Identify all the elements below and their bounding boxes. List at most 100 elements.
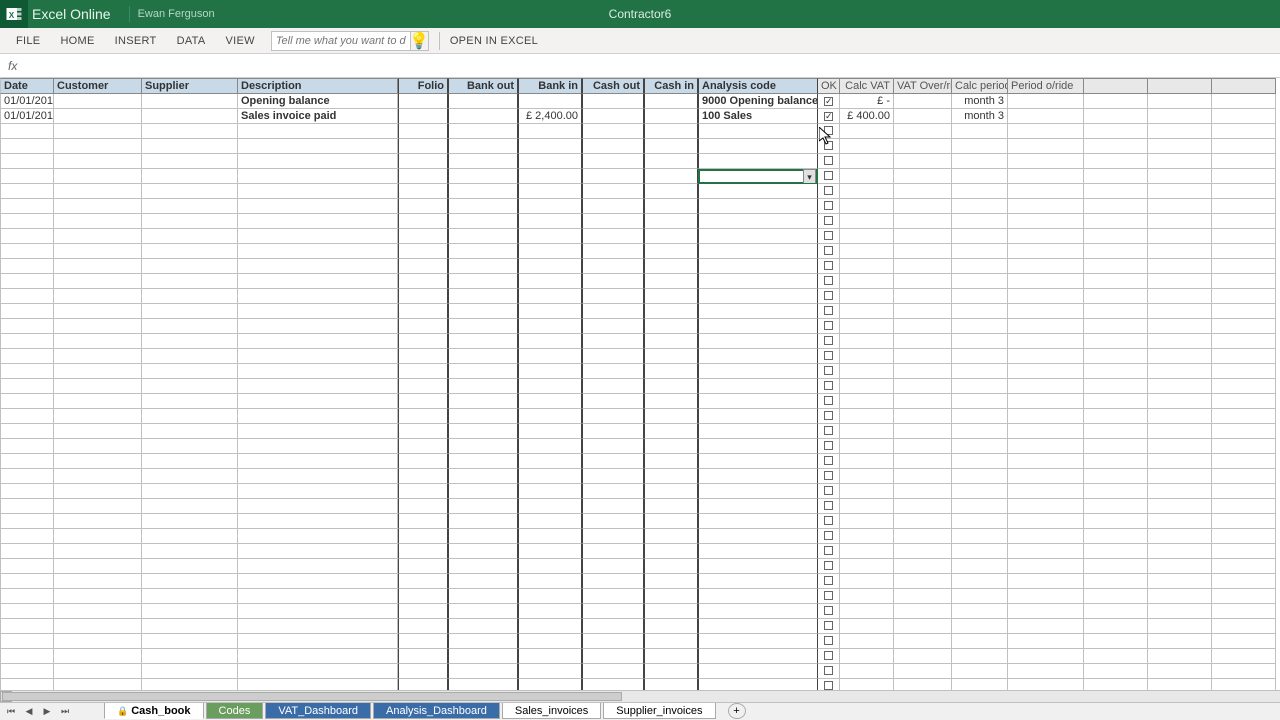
cell[interactable] <box>840 439 894 454</box>
cell[interactable] <box>1148 349 1212 364</box>
cell[interactable] <box>582 529 644 544</box>
checkbox-icon[interactable] <box>824 411 833 420</box>
cell[interactable] <box>644 544 698 559</box>
cell[interactable] <box>818 589 840 604</box>
cell[interactable] <box>818 169 840 184</box>
cell[interactable] <box>518 544 582 559</box>
column-header-ok[interactable]: OK <box>818 78 840 94</box>
cell[interactable] <box>448 154 518 169</box>
column-header-period_over[interactable]: Period o/ride <box>1008 78 1084 94</box>
cell[interactable] <box>398 184 448 199</box>
cell[interactable] <box>1148 229 1212 244</box>
cell[interactable] <box>142 454 238 469</box>
cell[interactable] <box>1148 139 1212 154</box>
cell[interactable] <box>698 619 818 634</box>
cell[interactable] <box>142 439 238 454</box>
cell[interactable] <box>398 589 448 604</box>
cell[interactable] <box>952 529 1008 544</box>
checkbox-icon[interactable] <box>824 441 833 450</box>
cell[interactable] <box>142 619 238 634</box>
cell[interactable] <box>1148 604 1212 619</box>
cell[interactable] <box>644 664 698 679</box>
cell[interactable] <box>1148 454 1212 469</box>
cell[interactable] <box>952 394 1008 409</box>
cell[interactable] <box>1148 154 1212 169</box>
cell[interactable] <box>1148 94 1212 109</box>
checkbox-icon[interactable] <box>824 336 833 345</box>
cell[interactable] <box>582 169 644 184</box>
cell[interactable] <box>1212 319 1276 334</box>
cell[interactable] <box>0 364 54 379</box>
cell[interactable] <box>238 574 398 589</box>
cell[interactable] <box>1084 454 1148 469</box>
cell[interactable] <box>54 409 142 424</box>
cell[interactable] <box>398 319 448 334</box>
cell[interactable] <box>54 514 142 529</box>
cell[interactable] <box>54 544 142 559</box>
cell[interactable] <box>0 139 54 154</box>
cell[interactable] <box>1084 304 1148 319</box>
ribbon-tab-insert[interactable]: INSERT <box>105 28 167 54</box>
cell[interactable] <box>518 514 582 529</box>
cell[interactable] <box>1212 484 1276 499</box>
cell[interactable] <box>894 409 952 424</box>
cell[interactable] <box>448 469 518 484</box>
cell[interactable] <box>818 499 840 514</box>
cell[interactable] <box>644 514 698 529</box>
cell[interactable]: £ - <box>840 94 894 109</box>
cell[interactable] <box>54 454 142 469</box>
cell[interactable] <box>1008 244 1084 259</box>
cell[interactable] <box>54 469 142 484</box>
cell[interactable] <box>0 574 54 589</box>
checkbox-icon[interactable] <box>824 381 833 390</box>
checkbox-icon[interactable] <box>824 621 833 630</box>
cell[interactable] <box>142 229 238 244</box>
cell[interactable] <box>448 499 518 514</box>
cell[interactable] <box>698 184 818 199</box>
cell[interactable] <box>698 454 818 469</box>
cell[interactable] <box>1212 379 1276 394</box>
checkbox-icon[interactable] <box>824 516 833 525</box>
cell[interactable] <box>644 394 698 409</box>
cell[interactable] <box>448 259 518 274</box>
cell[interactable] <box>518 529 582 544</box>
cell[interactable] <box>518 589 582 604</box>
cell[interactable] <box>238 529 398 544</box>
cell[interactable] <box>1148 109 1212 124</box>
checkbox-icon[interactable] <box>824 126 833 135</box>
cell[interactable] <box>582 379 644 394</box>
cell[interactable] <box>698 139 818 154</box>
cell[interactable] <box>1008 424 1084 439</box>
cell[interactable] <box>818 409 840 424</box>
user-name[interactable]: Ewan Ferguson <box>138 8 215 20</box>
cell[interactable] <box>54 139 142 154</box>
cell[interactable] <box>840 544 894 559</box>
cell[interactable] <box>448 199 518 214</box>
cell[interactable] <box>1084 649 1148 664</box>
cell[interactable] <box>840 409 894 424</box>
cell[interactable] <box>54 124 142 139</box>
cell[interactable] <box>698 469 818 484</box>
cell[interactable] <box>0 349 54 364</box>
checkbox-icon[interactable] <box>824 591 833 600</box>
cell[interactable] <box>840 139 894 154</box>
cell[interactable] <box>698 424 818 439</box>
cell[interactable] <box>894 169 952 184</box>
cell[interactable] <box>698 259 818 274</box>
cell[interactable] <box>1212 439 1276 454</box>
cell[interactable] <box>1148 274 1212 289</box>
cell[interactable] <box>1212 109 1276 124</box>
cell[interactable] <box>398 634 448 649</box>
cell[interactable] <box>894 109 952 124</box>
column-header-supplier[interactable]: Supplier <box>142 78 238 94</box>
cell[interactable] <box>54 199 142 214</box>
cell[interactable] <box>698 544 818 559</box>
cell[interactable] <box>698 604 818 619</box>
ribbon-tab-home[interactable]: HOME <box>50 28 104 54</box>
cell[interactable] <box>894 394 952 409</box>
cell[interactable] <box>840 679 894 690</box>
cell[interactable] <box>818 454 840 469</box>
cell[interactable] <box>1148 214 1212 229</box>
cell[interactable] <box>644 364 698 379</box>
cell[interactable] <box>894 229 952 244</box>
